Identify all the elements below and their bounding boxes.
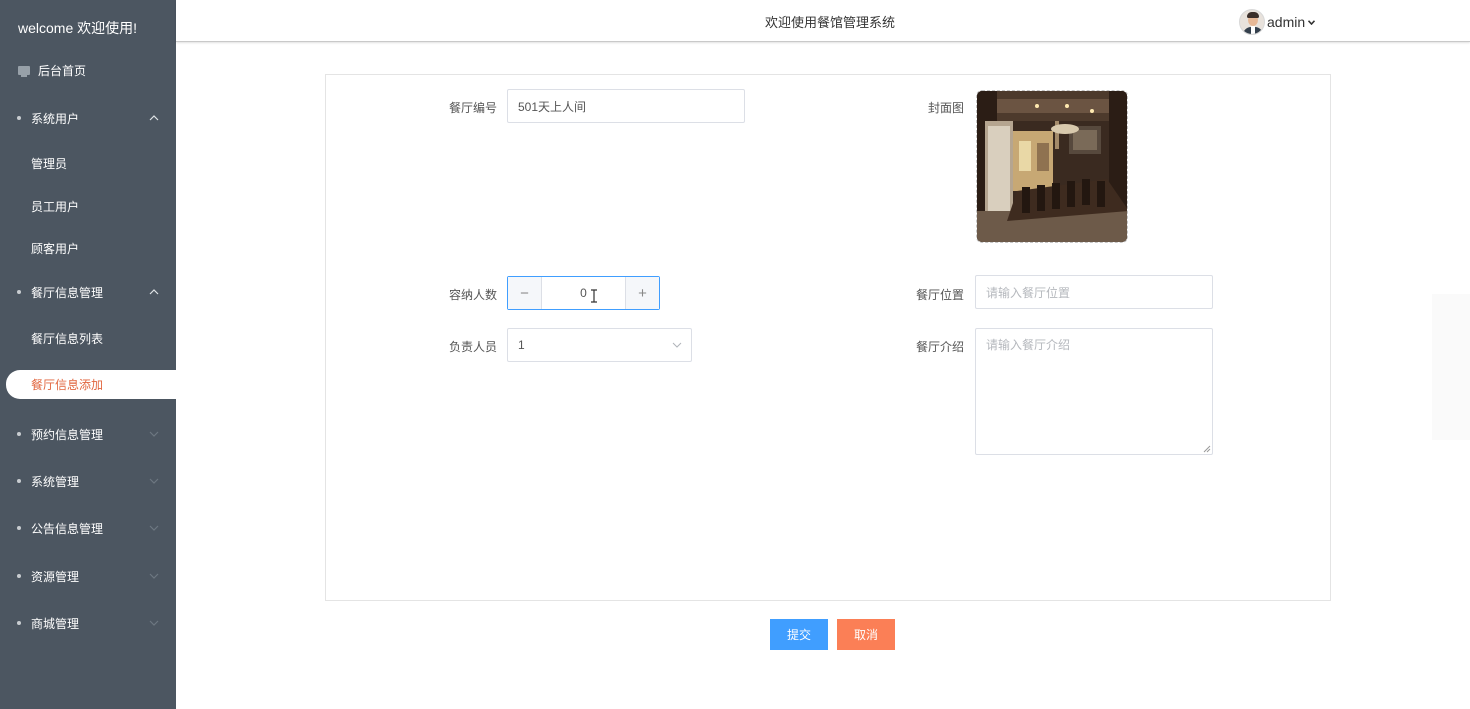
submit-button[interactable]: 提交 xyxy=(770,619,828,650)
side-panel-tab xyxy=(1432,294,1470,440)
intro-textarea[interactable]: 请输入餐厅介绍 xyxy=(975,328,1213,455)
cancel-button[interactable]: 取消 xyxy=(837,619,895,650)
sidebar-item-label: 后台首页 xyxy=(38,63,87,78)
manager-label: 负责人员 xyxy=(448,340,497,354)
bullet-icon xyxy=(17,526,21,530)
sidebar-welcome: welcome 欢迎使用! xyxy=(18,20,138,36)
chevron-down-icon xyxy=(149,523,159,533)
chevron-down-icon xyxy=(149,429,159,439)
avatar xyxy=(1239,9,1265,35)
user-name: admin xyxy=(1267,14,1306,30)
sidebar-item-restaurant-add[interactable]: 餐厅信息添加 xyxy=(6,370,176,399)
increment-button[interactable]: + xyxy=(625,277,659,309)
sidebar-group-label: 系统管理 xyxy=(31,474,80,489)
top-bar: 欢迎使用餐馆管理系统 admin xyxy=(176,0,1470,42)
monitor-icon xyxy=(18,65,30,77)
bullet-icon xyxy=(17,432,21,436)
capacity-stepper[interactable]: − 0 + xyxy=(507,276,660,310)
manager-select-value: 1 xyxy=(518,338,525,352)
bullet-icon xyxy=(17,574,21,578)
bullet-icon xyxy=(17,621,21,625)
bullet-icon xyxy=(17,116,21,120)
chevron-up-icon xyxy=(149,113,159,123)
sidebar-item-admins[interactable]: 管理员 xyxy=(0,145,176,181)
restaurant-no-input[interactable]: 501天上人间 xyxy=(507,89,745,123)
sidebar-group-label: 预约信息管理 xyxy=(31,427,104,442)
location-input[interactable]: 请输入餐厅位置 xyxy=(975,275,1213,309)
sidebar-item-home[interactable]: 后台首页 xyxy=(0,50,176,90)
cover-label: 封面图 xyxy=(927,101,964,115)
chevron-up-icon xyxy=(149,287,159,297)
sidebar-group-label: 系统用户 xyxy=(31,111,80,126)
chevron-down-icon xyxy=(149,476,159,486)
resize-grip-icon[interactable] xyxy=(1203,445,1211,453)
sidebar-item-staff-users[interactable]: 员工用户 xyxy=(0,188,176,224)
capacity-value-text: 0 xyxy=(580,286,587,300)
chevron-down-icon xyxy=(149,571,159,581)
user-menu[interactable]: admin xyxy=(1239,9,1316,35)
caret-down-icon xyxy=(1308,17,1316,27)
chevron-down-icon xyxy=(672,342,682,348)
bullet-icon xyxy=(17,290,21,294)
sidebar-group-reservations[interactable]: 预约信息管理 xyxy=(0,414,176,454)
sidebar-group-restaurant-info[interactable]: 餐厅信息管理 xyxy=(0,272,176,312)
capacity-label: 容纳人数 xyxy=(448,288,497,302)
bullet-icon xyxy=(17,479,21,483)
chevron-down-icon xyxy=(149,618,159,628)
sidebar-group-label: 公告信息管理 xyxy=(31,521,104,536)
sidebar: welcome 欢迎使用! 后台首页 系统用户 管理员 员工用户 顾客用户 餐厅… xyxy=(0,0,176,709)
location-label: 餐厅位置 xyxy=(915,288,964,302)
manager-select[interactable]: 1 xyxy=(507,328,692,362)
sidebar-group-system-management[interactable]: 系统管理 xyxy=(0,461,176,501)
restaurant-no-label: 餐厅编号 xyxy=(448,101,497,115)
intro-placeholder: 请输入餐厅介绍 xyxy=(986,338,1071,352)
intro-label: 餐厅介绍 xyxy=(915,340,964,354)
sidebar-item-restaurant-list[interactable]: 餐厅信息列表 xyxy=(0,320,176,356)
sidebar-group-label: 商城管理 xyxy=(31,616,80,631)
capacity-value[interactable]: 0 xyxy=(542,277,625,309)
sidebar-group-shop[interactable]: 商城管理 xyxy=(0,603,176,643)
decrement-button[interactable]: − xyxy=(508,277,542,309)
cover-image[interactable] xyxy=(976,90,1128,243)
page-title: 欢迎使用餐馆管理系统 xyxy=(765,15,896,30)
sidebar-group-resources[interactable]: 资源管理 xyxy=(0,556,176,596)
sidebar-group-announcements[interactable]: 公告信息管理 xyxy=(0,508,176,548)
form-card: 餐厅编号 501天上人间 封面图 容纳人数 − 0 + 餐厅位置 请输入餐厅位置… xyxy=(325,74,1331,601)
sidebar-group-label: 餐厅信息管理 xyxy=(31,285,104,300)
sidebar-item-customer-users[interactable]: 顾客用户 xyxy=(0,230,176,266)
text-cursor-icon xyxy=(591,289,597,303)
sidebar-group-label: 资源管理 xyxy=(31,569,80,584)
sidebar-group-system-users[interactable]: 系统用户 xyxy=(0,98,176,138)
